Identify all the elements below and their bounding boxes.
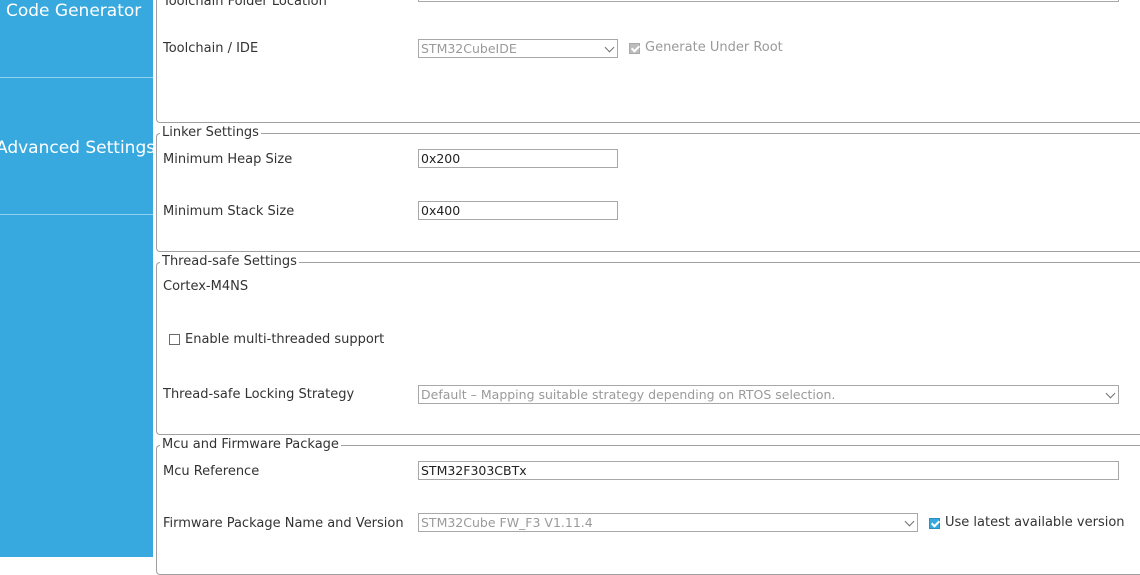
firmware-package-value: STM32Cube FW_F3 V1.11.4 (421, 515, 593, 530)
firmware-package-select[interactable]: STM32Cube FW_F3 V1.11.4 (418, 513, 918, 532)
multithread-label: Enable multi-threaded support (185, 332, 385, 347)
locking-strategy-select[interactable]: Default – Mapping suitable strategy depe… (418, 385, 1119, 404)
min-stack-input[interactable]: 0x400 (418, 201, 618, 220)
toolchain-folder-label: Toolchain Folder Location (163, 0, 327, 9)
toolchain-ide-value: STM32CubeIDE (421, 41, 517, 56)
linker-settings-section: Linker Settings Minimum Heap Size 0x200 … (156, 125, 1140, 252)
sidebar-item-advanced-settings[interactable]: Advanced Settings (0, 138, 155, 158)
toolchain-ide-label: Toolchain / IDE (163, 41, 259, 56)
check-icon (930, 518, 941, 528)
mcu-reference-input[interactable]: STM32F303CBTx (418, 461, 1119, 480)
chevron-down-icon (904, 516, 915, 527)
toolchain-ide-select[interactable]: STM32CubeIDE (418, 39, 618, 58)
use-latest-version-label: Use latest available version (945, 515, 1125, 530)
locking-strategy-value: Default – Mapping suitable strategy depe… (421, 387, 836, 402)
chevron-down-icon (604, 42, 615, 53)
generate-under-root-label: Generate Under Root (645, 40, 783, 55)
mcu-reference-label: Mcu Reference (163, 464, 260, 479)
sidebar-separator (0, 77, 153, 78)
sidebar-item-code-generator[interactable]: Code Generator (6, 1, 141, 21)
sidebar-separator (0, 214, 153, 215)
use-latest-version-checkbox[interactable] (929, 518, 941, 529)
firmware-package-label: Firmware Package Name and Version (163, 516, 404, 531)
sidebar: Code Generator Advanced Settings (0, 0, 155, 557)
mcu-firmware-section: Mcu and Firmware Package Mcu Reference S… (156, 437, 1140, 575)
min-stack-label: Minimum Stack Size (163, 204, 295, 219)
min-heap-input[interactable]: 0x200 (418, 149, 618, 168)
generate-under-root-checkbox[interactable] (629, 43, 641, 54)
section-title: Mcu and Firmware Package (160, 437, 341, 453)
section-title: Thread-safe Settings (160, 254, 299, 270)
thread-safe-section: Thread-safe Settings Cortex-M4NS Enable … (156, 254, 1140, 435)
check-icon (630, 43, 641, 53)
min-heap-label: Minimum Heap Size (163, 152, 293, 167)
core-label: Cortex-M4NS (163, 279, 249, 294)
toolchain-section: Toolchain Folder Location Toolchain / ID… (156, 0, 1140, 123)
chevron-down-icon (1105, 388, 1116, 399)
multithread-checkbox[interactable] (169, 334, 180, 345)
toolchain-folder-field[interactable] (418, 0, 1119, 2)
locking-strategy-label: Thread-safe Locking Strategy (163, 387, 355, 402)
sidebar-edge (153, 0, 155, 557)
section-title: Linker Settings (160, 125, 261, 141)
